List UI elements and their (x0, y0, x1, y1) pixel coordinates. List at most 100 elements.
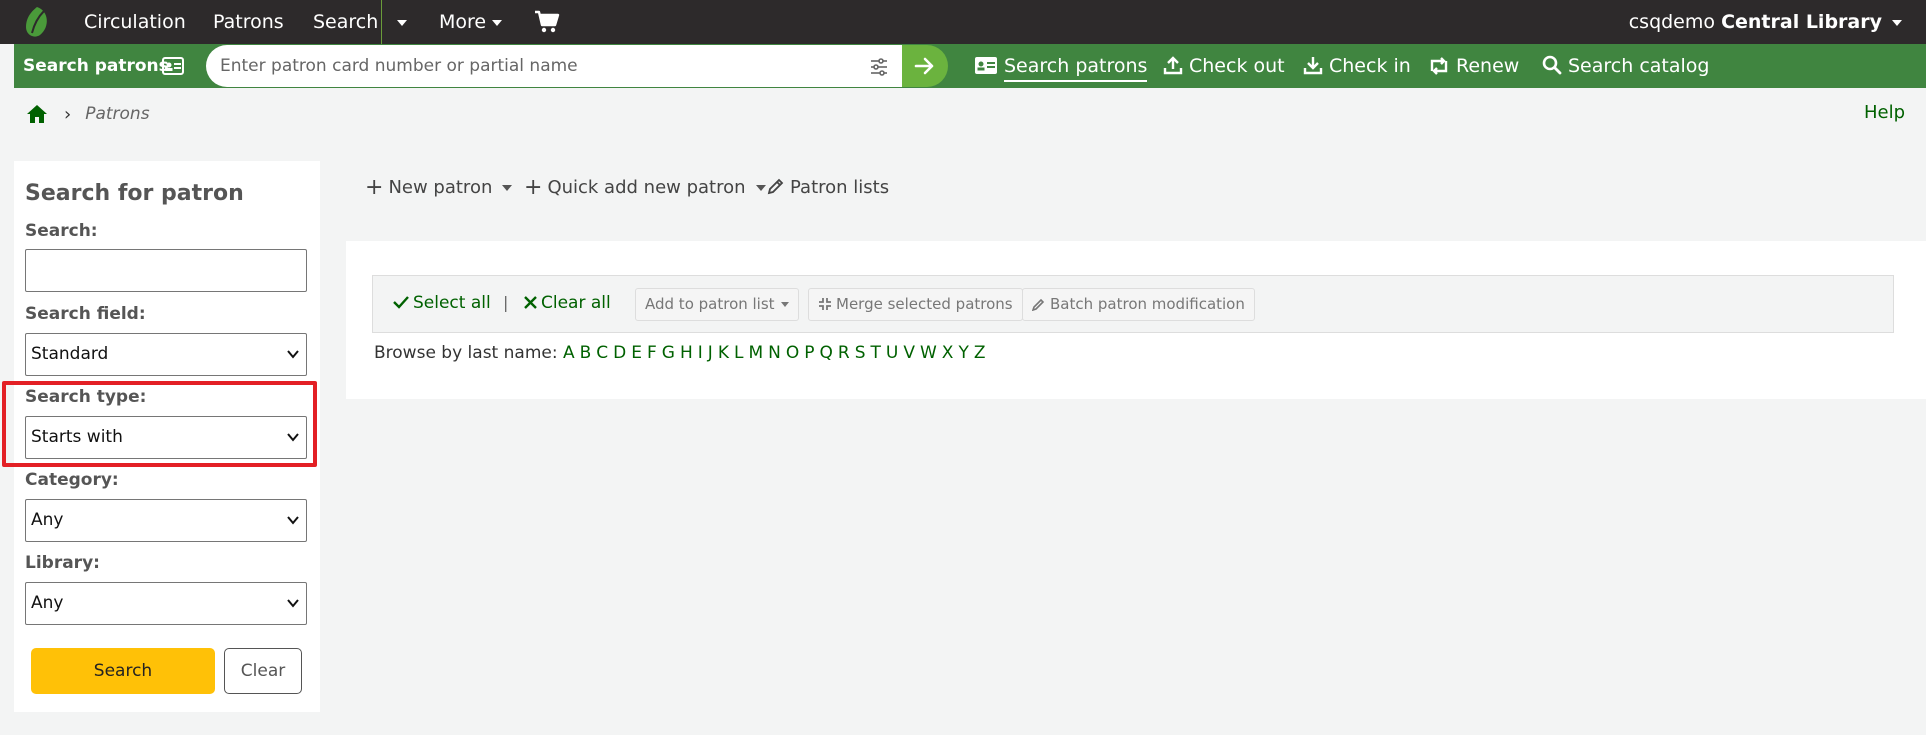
letter-link-l[interactable]: L (734, 343, 743, 363)
patron-search-input[interactable] (220, 45, 860, 87)
quick-add-patron-button[interactable]: + Quick add new patron (524, 175, 766, 201)
plus-icon: + (524, 175, 543, 200)
compress-icon (819, 298, 831, 310)
browse-label: Browse by last name: (374, 343, 558, 363)
close-icon (524, 296, 537, 309)
letter-link-g[interactable]: G (662, 343, 675, 363)
koha-logo-icon[interactable] (22, 5, 52, 39)
quick-add-label: Quick add new patron (547, 177, 746, 198)
letter-link-y[interactable]: Y (958, 343, 968, 363)
search-field-value: Standard (31, 344, 109, 364)
link-check-out[interactable]: Check out (1163, 44, 1285, 88)
category-value: Any (31, 510, 64, 530)
letter-link-e[interactable]: E (631, 343, 642, 363)
patron-search-bar: Search patrons Search patrons Check out … (14, 44, 1926, 88)
letter-link-s[interactable]: S (855, 343, 866, 363)
caret-down-icon (492, 19, 503, 26)
sidebar-clear-button[interactable]: Clear (224, 648, 302, 694)
search-icon (1542, 55, 1562, 75)
patron-lists-button[interactable]: Patron lists (767, 175, 889, 201)
check-icon (393, 296, 409, 309)
link-check-in-label: Check in (1329, 55, 1411, 77)
nav-more-label: More (439, 11, 487, 33)
letter-link-w[interactable]: W (920, 343, 937, 363)
search-submit-button[interactable] (902, 45, 948, 87)
nav-circulation[interactable]: Circulation (84, 0, 186, 44)
clear-all-link[interactable]: Clear all (524, 293, 611, 313)
letter-link-z[interactable]: Z (974, 343, 986, 363)
id-card-icon (975, 57, 997, 74)
letter-link-h[interactable]: H (680, 343, 693, 363)
nav-more[interactable]: More (439, 0, 503, 44)
caret-down-icon (502, 185, 513, 191)
sliders-icon[interactable] (869, 57, 889, 77)
nav-search[interactable]: Search (313, 0, 378, 44)
arrow-right-icon (914, 57, 934, 75)
breadcrumb-current: Patrons (85, 104, 150, 124)
letter-link-b[interactable]: B (580, 343, 592, 363)
letter-link-t[interactable]: T (871, 343, 881, 363)
pencil-icon (767, 178, 784, 195)
link-search-catalog-label: Search catalog (1568, 55, 1710, 77)
library-label: Library: (25, 553, 100, 573)
letter-link-d[interactable]: D (613, 343, 626, 363)
patron-action-bar: Select all | Clear all Add to patron lis… (372, 275, 1894, 333)
breadcrumb-separator: › (64, 103, 72, 125)
caret-down-icon (1892, 19, 1902, 26)
merge-label: Merge selected patrons (836, 295, 1013, 313)
search-patrons-tab-label: Search patrons (23, 56, 169, 76)
caret-down-icon (397, 19, 407, 26)
letter-link-c[interactable]: C (596, 343, 608, 363)
home-icon[interactable] (26, 104, 48, 124)
nav-patrons[interactable]: Patrons (213, 0, 284, 44)
letter-link-q[interactable]: Q (820, 343, 833, 363)
search-text-input[interactable] (26, 250, 306, 291)
cart-icon[interactable] (534, 10, 560, 34)
letter-link-o[interactable]: O (786, 343, 799, 363)
download-icon (1303, 57, 1323, 75)
link-search-patrons[interactable]: Search patrons (974, 44, 1148, 88)
search-field-select[interactable]: Standard (25, 333, 307, 376)
sidebar-title: Search for patron (25, 181, 244, 206)
letter-link-v[interactable]: V (903, 343, 915, 363)
letter-link-f[interactable]: F (647, 343, 657, 363)
letter-link-m[interactable]: M (748, 343, 763, 363)
select-all-label: Select all (413, 293, 491, 313)
nav-search-dropdown[interactable] (391, 0, 407, 44)
search-field-label: Search field: (25, 304, 146, 324)
letter-link-x[interactable]: X (942, 343, 954, 363)
breadcrumb: › Patrons (26, 100, 150, 128)
select-all-link[interactable]: Select all (393, 293, 491, 313)
upload-icon (1163, 56, 1183, 75)
merge-patrons-button[interactable]: Merge selected patrons (808, 288, 1023, 321)
top-navigation: Circulation Patrons Search More csqdemo … (0, 0, 1926, 44)
letter-link-r[interactable]: R (838, 343, 850, 363)
help-link[interactable]: Help (1864, 102, 1905, 123)
batch-modification-button[interactable]: Batch patron modification (1022, 288, 1255, 321)
search-type-highlight (2, 381, 317, 467)
user-name: csqdemo (1628, 11, 1716, 33)
category-select[interactable]: Any (25, 499, 307, 542)
letter-link-a[interactable]: A (563, 343, 575, 363)
letter-link-u[interactable]: U (886, 343, 898, 363)
library-select[interactable]: Any (25, 582, 307, 625)
letter-links: ABCDEFGHIJKLMNOPQRSTUVWXYZ (563, 343, 991, 363)
link-check-in[interactable]: Check in (1303, 44, 1411, 88)
user-menu[interactable]: csqdemo Central Library (1629, 0, 1902, 44)
letter-link-n[interactable]: N (768, 343, 781, 363)
new-patron-button[interactable]: + New patron (365, 175, 513, 201)
id-card-icon (162, 57, 184, 75)
sidebar-search-button[interactable]: Search (31, 648, 215, 694)
letter-link-j[interactable]: J (708, 343, 713, 363)
letter-link-i[interactable]: I (698, 343, 703, 363)
letter-link-k[interactable]: K (718, 343, 729, 363)
add-to-patron-list-button[interactable]: Add to patron list (635, 288, 799, 321)
batch-mod-label: Batch patron modification (1050, 295, 1245, 313)
letter-link-p[interactable]: P (804, 343, 814, 363)
link-search-catalog[interactable]: Search catalog (1542, 44, 1709, 88)
renew-icon (1430, 57, 1448, 75)
patron-search-field (206, 45, 918, 87)
browse-by-last-name: Browse by last name: ABCDEFGHIJKLMNOPQRS… (374, 343, 991, 363)
link-renew[interactable]: Renew (1428, 44, 1519, 88)
library-value: Any (31, 593, 64, 613)
